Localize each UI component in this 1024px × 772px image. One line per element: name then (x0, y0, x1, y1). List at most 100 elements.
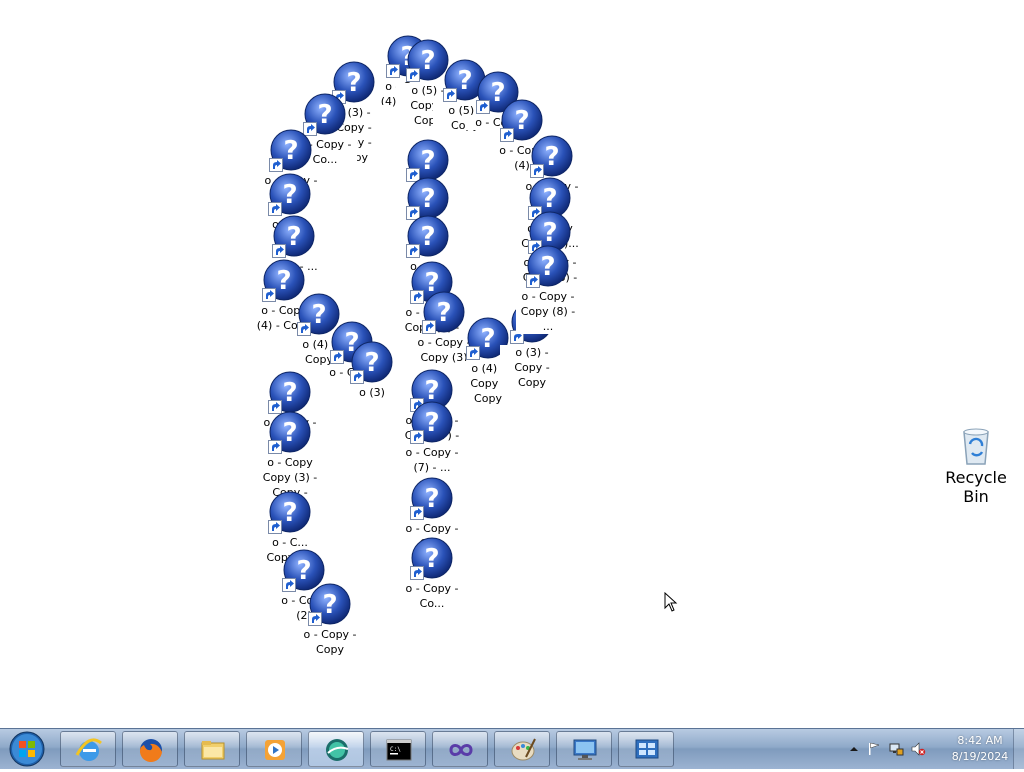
question-mark-icon: ? (269, 128, 313, 172)
question-mark-icon: ? (350, 340, 394, 384)
firefox-icon (139, 739, 162, 763)
start-button[interactable] (4, 730, 50, 768)
clock-date: 8/19/2024 (951, 750, 1009, 763)
shortcut-arrow-icon (410, 506, 424, 520)
question-mark-icon: ? (410, 400, 454, 444)
desktop: ?o - Copy (4) - Copy?o (5) - Copy - Copy… (0, 0, 1024, 728)
shortcut-arrow-icon (262, 288, 276, 302)
clock-time: 8:42 AM (957, 734, 1003, 747)
taskbar-active-app[interactable] (308, 731, 364, 767)
app-globe-icon (326, 739, 349, 761)
shortcut-arrow-icon (526, 274, 540, 288)
svg-text:?: ? (282, 378, 297, 408)
shortcut-arrow-icon (268, 520, 282, 534)
svg-text:?: ? (514, 106, 529, 136)
control-panel-icon (635, 739, 659, 759)
shortcut-arrow-icon (443, 88, 457, 102)
svg-text:?: ? (436, 298, 451, 328)
shortcut-arrow-icon (406, 244, 420, 258)
svg-text:?: ? (322, 590, 337, 620)
question-mark-icon: ? (268, 172, 312, 216)
svg-text:?: ? (282, 498, 297, 528)
svg-text:?: ? (283, 136, 298, 166)
show-hidden-icons-icon[interactable] (846, 741, 862, 757)
taskbar-internet-explorer[interactable] (60, 731, 116, 767)
svg-text:?: ? (282, 180, 297, 210)
shortcut-arrow-icon (466, 346, 480, 360)
question-mark-icon: ? (526, 244, 570, 288)
desktop-shortcut-label: o - Copy - (7) - ... (400, 445, 464, 475)
question-mark-icon: ? (410, 536, 454, 580)
shortcut-arrow-icon (268, 440, 282, 454)
svg-text:C:\: C:\ (390, 746, 401, 753)
desktop-shortcut[interactable]: ? o (3) (340, 340, 404, 400)
taskbar-remote-desktop[interactable] (556, 731, 612, 767)
recycle-bin-shortcut[interactable]: Recycle Bin (940, 424, 1012, 506)
shortcut-arrow-icon (410, 566, 424, 580)
shortcut-arrow-icon (269, 158, 283, 172)
mouse-cursor-icon (664, 592, 678, 612)
network-icon[interactable] (888, 741, 904, 757)
paint-palette-icon (511, 738, 536, 761)
internet-explorer-icon (75, 738, 102, 761)
shortcut-arrow-icon (500, 128, 514, 142)
svg-text:?: ? (282, 418, 297, 448)
media-player-icon (265, 740, 285, 760)
desktop-shortcut-label: o - Copy - Copy (8) - ... (516, 289, 580, 334)
svg-text:?: ? (544, 142, 559, 172)
question-mark-icon: ? (268, 410, 312, 454)
svg-text:?: ? (317, 100, 332, 130)
svg-text:?: ? (480, 324, 495, 354)
svg-text:?: ? (424, 408, 439, 438)
taskbar-command-prompt[interactable]: C:\ (370, 731, 426, 767)
infinity-icon (449, 744, 473, 756)
action-center-flag-icon[interactable] (866, 741, 882, 757)
taskbar-windows-explorer[interactable] (184, 731, 240, 767)
taskbar-firefox[interactable] (122, 731, 178, 767)
taskbar-paint[interactable] (494, 731, 550, 767)
shortcut-arrow-icon (476, 100, 490, 114)
desktop-shortcut-label: o - Copy - Copy (298, 627, 362, 657)
svg-text:?: ? (420, 184, 435, 214)
desktop-shortcut-label: o - Copy - Co... (400, 581, 464, 611)
desktop-shortcut[interactable]: ? o - Copy - Copy (298, 582, 362, 657)
desktop-shortcut[interactable]: ? o - Copy - (7) - ... (400, 400, 464, 475)
desktop-shortcut-label: o (3) (340, 385, 404, 400)
svg-text:?: ? (540, 252, 555, 282)
taskbar-visual-studio[interactable] (432, 731, 488, 767)
question-mark-icon: ? (268, 370, 312, 414)
folder-icon (201, 741, 225, 760)
svg-text:?: ? (420, 146, 435, 176)
shortcut-arrow-icon (406, 68, 420, 82)
shortcut-arrow-icon (282, 578, 296, 592)
svg-text:?: ? (286, 222, 301, 252)
desktop-shortcut-label: o (3) - Copy - Copy (500, 345, 564, 390)
windows-orb-icon (9, 731, 45, 767)
question-mark-icon: ? (406, 214, 450, 258)
svg-text:?: ? (424, 544, 439, 574)
svg-text:?: ? (364, 348, 379, 378)
system-tray: 8:42 AM 8/19/2024 (840, 729, 1024, 769)
taskbar-media-player[interactable] (246, 731, 302, 767)
monitor-icon (573, 739, 597, 760)
question-mark-icon: ? (410, 476, 454, 520)
shortcut-arrow-icon (410, 430, 424, 444)
shortcut-arrow-icon (422, 320, 436, 334)
question-mark-icon: ? (308, 582, 352, 626)
shortcut-arrow-icon (272, 244, 286, 258)
question-mark-icon: ? (530, 134, 574, 178)
command-prompt-icon: C:\ (386, 739, 412, 761)
question-mark-icon: ? (272, 214, 316, 258)
show-desktop-button[interactable] (1013, 729, 1024, 769)
volume-muted-icon[interactable] (910, 741, 926, 757)
svg-text:?: ? (420, 222, 435, 252)
desktop-shortcut[interactable]: ? o - Copy - Co... (400, 536, 464, 611)
desktop-shortcut[interactable]: ? o - Copy - Copy (8) - ... (516, 244, 580, 334)
recycle-bin-label: Recycle Bin (945, 468, 1007, 506)
taskbar: C:\ 8:42 AM 8/19/2024 (0, 728, 1024, 769)
svg-text:?: ? (424, 484, 439, 514)
question-mark-icon: ? (268, 490, 312, 534)
shortcut-arrow-icon (350, 370, 364, 384)
taskbar-clock[interactable]: 8:42 AM 8/19/2024 (940, 733, 1020, 765)
taskbar-control-panel[interactable] (618, 731, 674, 767)
